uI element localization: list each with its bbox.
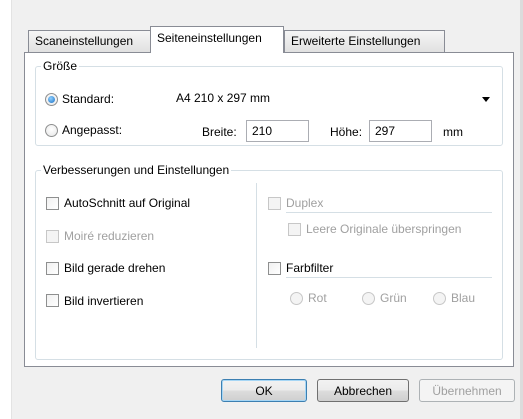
duplex-checkbox[interactable] (268, 197, 281, 210)
green-radio[interactable] (362, 292, 375, 305)
standard-radio[interactable] (45, 93, 58, 106)
tab-advanced-settings[interactable]: Erweiterte Einstellungen (284, 30, 445, 52)
deskew-checkbox[interactable] (46, 262, 59, 275)
autocrop-checkbox[interactable] (46, 197, 59, 210)
moire-checkbox[interactable] (46, 230, 59, 243)
tab-label: Scaneinstellungen (35, 34, 134, 48)
cancel-button[interactable]: Abbrechen (317, 379, 409, 402)
skip-blank-label: Leere Originale überspringen (306, 222, 462, 236)
size-group-legend: Größe (41, 59, 80, 73)
custom-radio[interactable] (45, 124, 58, 137)
tab-label: Seiteneinstellungen (157, 31, 262, 45)
paper-size-select[interactable]: A4 210 x 297 mm (171, 88, 495, 110)
red-radio[interactable] (290, 292, 303, 305)
red-label: Rot (308, 291, 327, 305)
tab-label: Erweiterte Einstellungen (291, 34, 421, 48)
column-divider (256, 183, 257, 348)
chevron-down-icon (482, 97, 490, 102)
duplex-rule (286, 212, 492, 213)
standard-label: Standard: (62, 92, 115, 106)
tab-panel: Größe Standard: A4 210 x 297 mm Angepass… (24, 52, 514, 367)
deskew-label: Bild gerade drehen (64, 261, 166, 275)
duplex-label: Duplex (286, 196, 324, 210)
apply-button[interactable]: Übernehmen (419, 379, 515, 402)
invert-checkbox[interactable] (46, 294, 59, 307)
unit-label: mm (443, 125, 463, 139)
tab-page-settings[interactable]: Seiteneinstellungen (150, 26, 284, 53)
color-filter-checkbox[interactable] (268, 262, 281, 275)
ok-button[interactable]: OK (221, 379, 307, 402)
autocrop-label: AutoSchnitt auf Original (64, 196, 191, 210)
color-filter-rule (286, 277, 492, 278)
green-label: Grün (380, 291, 407, 305)
skip-blank-checkbox[interactable] (288, 223, 301, 236)
height-label: Höhe: (330, 125, 363, 139)
window-left-edge (0, 0, 12, 419)
width-field[interactable]: 210 (246, 120, 309, 142)
blue-radio[interactable] (433, 292, 446, 305)
moire-label: Moiré reduzieren (64, 229, 155, 243)
custom-label: Angepasst: (62, 123, 123, 137)
color-filter-label: Farbfilter (286, 261, 334, 275)
height-field[interactable]: 297 (369, 120, 432, 142)
paper-size-value: A4 210 x 297 mm (176, 91, 271, 105)
blue-label: Blau (451, 291, 476, 305)
invert-label: Bild invertieren (64, 294, 144, 308)
tab-scan-settings[interactable]: Scaneinstellungen (28, 30, 151, 52)
width-label: Breite: (202, 125, 237, 139)
enhancements-group-legend: Verbesserungen und Einstellungen (41, 163, 232, 177)
